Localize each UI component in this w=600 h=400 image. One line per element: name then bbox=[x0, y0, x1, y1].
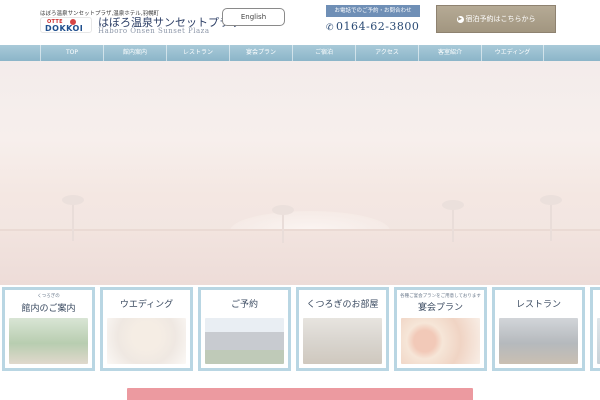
bride-photo bbox=[107, 318, 186, 364]
nav-item-restaurant[interactable]: レストラン bbox=[166, 45, 229, 61]
contact-label: お電話でのご予約・お問合わせ bbox=[326, 5, 420, 17]
nav-item-access[interactable]: アクセス bbox=[355, 45, 418, 61]
phone-text: 0164-62-3800 bbox=[336, 20, 420, 33]
reserve-button-label: 宿泊予約はこちらから bbox=[465, 15, 536, 23]
bottom-banner[interactable] bbox=[127, 388, 473, 400]
nav-item-top[interactable]: TOP bbox=[40, 45, 103, 61]
banner-reservation[interactable]: ご予約 bbox=[198, 287, 291, 371]
nav-item-facility-guide[interactable]: 館内案内 bbox=[103, 45, 166, 61]
nav-item-stay[interactable]: ご宿泊 bbox=[292, 45, 355, 61]
banner-title: レストラン bbox=[515, 300, 561, 310]
banner-title: ウエディング bbox=[119, 300, 174, 310]
banner-subtitle: くつろぎの bbox=[37, 294, 60, 299]
hotel-building-photo bbox=[205, 318, 284, 364]
banner-partial[interactable] bbox=[590, 287, 600, 371]
horizon-line bbox=[0, 229, 600, 231]
banner-restaurant[interactable]: レストラン bbox=[492, 287, 585, 371]
english-button[interactable]: English bbox=[222, 8, 285, 26]
palm-trunk bbox=[452, 206, 454, 242]
page: はぼろ温泉サンセットプラザ,温泉ホテル,羽幌町 OTTE DOKKOI はぼろ温… bbox=[0, 0, 600, 400]
palm-trunk bbox=[282, 211, 284, 243]
banner-facility-guide[interactable]: くつろぎの 館内のご案内 bbox=[2, 287, 95, 371]
dokkoi-logo[interactable]: OTTE DOKKOI bbox=[40, 17, 92, 33]
palm-fronds bbox=[442, 200, 464, 210]
nav-item-banquet-plan[interactable]: 宴会プラン bbox=[229, 45, 292, 61]
banner-title: 宴会プラン bbox=[417, 303, 463, 313]
arrow-right-icon: ▶ bbox=[456, 15, 464, 23]
banner-rooms[interactable]: くつろぎのお部屋 bbox=[296, 287, 389, 371]
palm-trunk bbox=[72, 201, 74, 241]
hero-image bbox=[0, 61, 600, 285]
banner-title: くつろぎのお部屋 bbox=[306, 300, 379, 310]
phone-icon: ✆ bbox=[326, 23, 335, 33]
palm-fronds bbox=[272, 205, 294, 215]
contact-block: お電話でのご予約・お問合わせ ✆ 0164-62-3800 bbox=[326, 5, 420, 35]
site-header: はぼろ温泉サンセットプラザ,温泉ホテル,羽幌町 OTTE DOKKOI はぼろ温… bbox=[0, 0, 600, 44]
main-nav: TOP 館内案内 レストラン 宴会プラン ご宿泊 アクセス 客室紹介 ウエディン… bbox=[0, 45, 600, 61]
banner-subtitle: 各種ご宴会プランをご用意しております bbox=[400, 294, 481, 299]
banner-wedding[interactable]: ウエディング bbox=[100, 287, 193, 371]
nav-item-wedding[interactable]: ウエディング bbox=[481, 45, 544, 61]
reserve-button[interactable]: ▶ 宿泊予約はこちらから bbox=[436, 5, 556, 33]
banner-title: ご予約 bbox=[230, 300, 258, 310]
palm-fronds bbox=[62, 195, 84, 205]
garden-photo bbox=[9, 318, 88, 364]
nav-item-rooms[interactable]: 客室紹介 bbox=[418, 45, 481, 61]
sea bbox=[0, 229, 600, 285]
feature-banners: くつろぎの 館内のご案内 ウエディング ご予約 くつろぎのお部屋 各種ご宴会プラ… bbox=[0, 287, 600, 371]
guest-room-photo bbox=[303, 318, 382, 364]
phone-number[interactable]: ✆ 0164-62-3800 bbox=[326, 20, 420, 33]
brand-roman: Haboro Onsen Sunset Plaza bbox=[98, 27, 210, 35]
logo-text-main: DOKKOI bbox=[45, 24, 84, 33]
banner-banquet-plan[interactable]: 各種ご宴会プランをご用意しております 宴会プラン bbox=[394, 287, 487, 371]
palm-fronds bbox=[540, 195, 562, 205]
palm-trunk bbox=[550, 201, 552, 241]
banner-title: 館内のご案内 bbox=[21, 304, 76, 314]
banquet-food-photo bbox=[401, 318, 480, 364]
nav-spacer-left bbox=[0, 45, 40, 61]
restaurant-photo bbox=[499, 318, 578, 364]
